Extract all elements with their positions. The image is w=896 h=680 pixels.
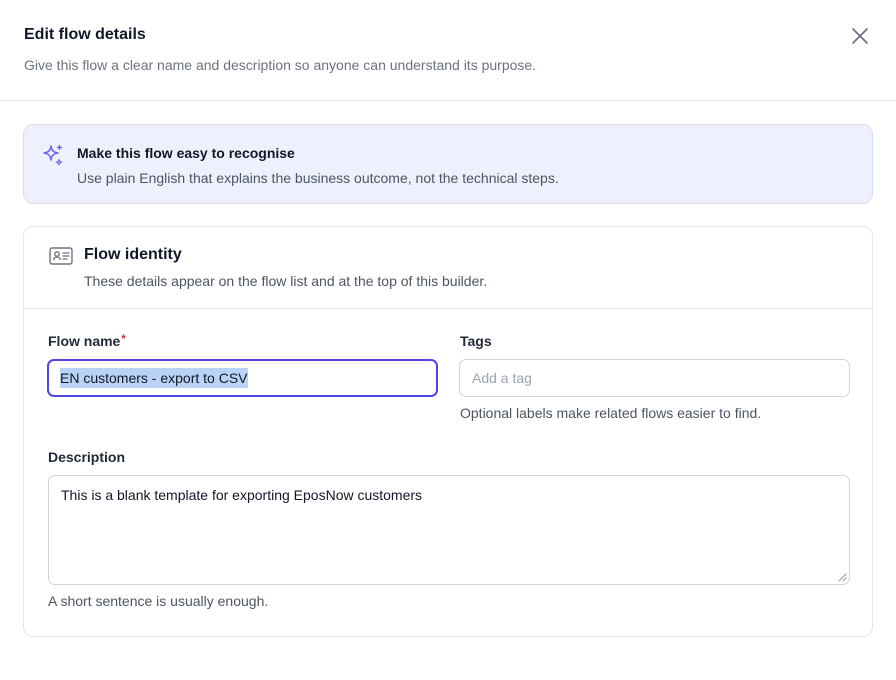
tags-input[interactable]: Add a tag: [459, 359, 850, 397]
card-title: Flow identity: [84, 246, 182, 263]
description-label: Description: [48, 449, 126, 465]
id-card-icon: [49, 247, 73, 265]
dialog-subtitle: Give this flow a clear name and descript…: [24, 57, 537, 73]
close-icon: [852, 28, 868, 44]
description-textarea[interactable]: This is a blank template for exporting E…: [48, 475, 850, 585]
banner-title: Make this flow easy to recognise: [77, 145, 295, 161]
tags-placeholder: Add a tag: [472, 370, 532, 386]
flow-name-label-text: Flow name: [48, 333, 121, 349]
required-mark: *: [121, 333, 126, 345]
resize-handle-icon[interactable]: [837, 572, 847, 582]
tip-banner: Make this flow easy to recognise Use pla…: [23, 124, 873, 204]
close-button[interactable]: [846, 22, 874, 50]
flow-name-input[interactable]: EN customers - export to CSV: [47, 359, 438, 397]
sparkles-icon: [43, 144, 63, 166]
card-header: Flow identity These details appear on th…: [24, 227, 872, 309]
description-value: This is a blank template for exporting E…: [61, 487, 423, 503]
description-help-text: A short sentence is usually enough.: [48, 593, 269, 609]
dialog-title: Edit flow details: [24, 26, 146, 43]
tags-help-text: Optional labels make related flows easie…: [460, 405, 762, 421]
banner-text: Use plain English that explains the busi…: [77, 170, 559, 186]
flow-name-value: EN customers - export to CSV: [60, 368, 248, 388]
tags-label: Tags: [460, 333, 492, 349]
flow-identity-card: Flow identity These details appear on th…: [23, 226, 873, 637]
dialog-header: Edit flow details Give this flow a clear…: [0, 0, 896, 101]
card-subtitle: These details appear on the flow list an…: [84, 273, 488, 289]
flow-name-label: Flow name*: [48, 333, 126, 349]
